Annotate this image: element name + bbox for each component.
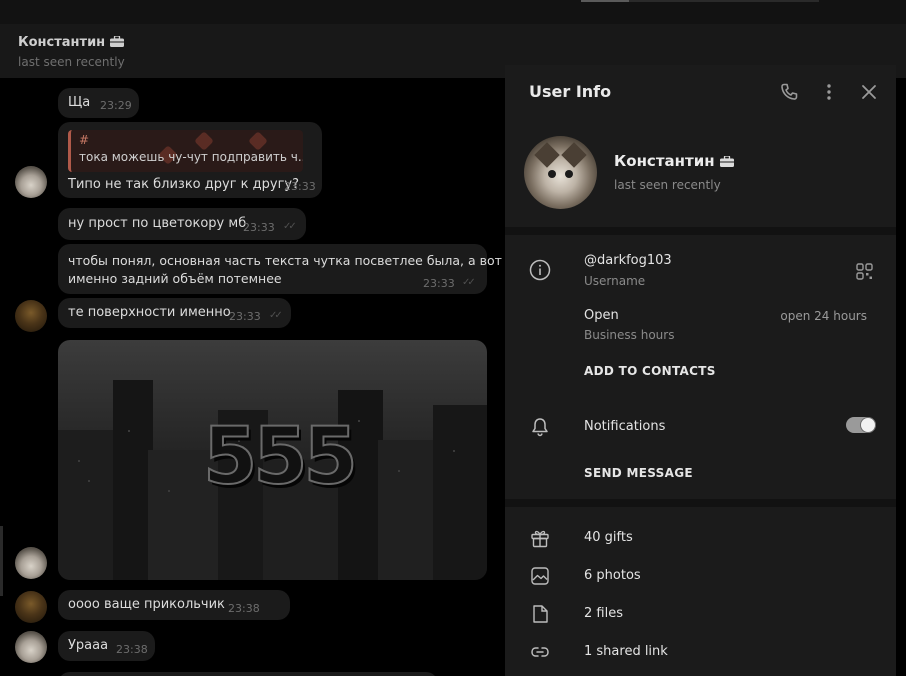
- avatar-ear: [561, 142, 587, 168]
- file-icon: [533, 605, 548, 623]
- qr-code-icon[interactable]: [856, 263, 873, 280]
- photo-icon: [531, 567, 549, 585]
- close-icon[interactable]: [859, 82, 879, 102]
- message-time: 23:38: [228, 602, 260, 615]
- notifications-label: Notifications: [584, 419, 666, 434]
- reply-decoration: [248, 131, 268, 151]
- notifications-toggle[interactable]: [846, 417, 876, 433]
- avatar[interactable]: [15, 547, 47, 579]
- chat-status: last seen recently: [18, 55, 125, 69]
- business-hours-label: Business hours: [584, 328, 675, 342]
- send-message-button[interactable]: SEND MESSAGE: [584, 466, 693, 480]
- window-light: [168, 490, 170, 492]
- business-hours-status[interactable]: Open: [584, 308, 619, 323]
- message-bubble[interactable]: # тока можешь чу-чут подправить ч... Тип…: [58, 122, 322, 198]
- section-divider: [505, 227, 896, 235]
- building: [433, 405, 487, 580]
- username-label: Username: [584, 274, 646, 288]
- bell-icon: [532, 418, 548, 437]
- avatar[interactable]: [15, 631, 47, 663]
- message-time: 23:38: [116, 643, 148, 656]
- message-text: Урааа: [68, 638, 109, 653]
- profile-status: last seen recently: [614, 178, 721, 192]
- message-text: те поверхности именно: [68, 305, 231, 320]
- gifts-link[interactable]: 40 gifts: [584, 530, 633, 545]
- message-bubble[interactable]: [58, 672, 438, 676]
- message-bubble[interactable]: оооо ваще прикольчик 23:38: [58, 590, 290, 620]
- scrollbar[interactable]: [0, 526, 3, 596]
- photo-caption-number: 555: [202, 411, 359, 503]
- profile-avatar[interactable]: [524, 136, 597, 209]
- photo-message[interactable]: 555: [58, 340, 487, 580]
- message-bubble[interactable]: Урааа 23:38: [58, 631, 155, 661]
- message-time: 23:33: [229, 310, 261, 323]
- briefcase-icon: [110, 36, 125, 47]
- window-light: [128, 430, 130, 432]
- message-bubble[interactable]: Ща 23:29: [58, 88, 139, 118]
- section-divider: [505, 499, 896, 507]
- panel-title: User Info: [529, 82, 612, 101]
- user-info-panel: User Info Константин last seen recently …: [505, 65, 896, 676]
- window-light: [88, 480, 90, 482]
- building: [378, 440, 438, 580]
- chat-messages[interactable]: Ща 23:29 # тока можешь чу-чут подправить…: [0, 78, 505, 676]
- message-text-line: чтобы понял, основная часть текста чутка…: [68, 253, 502, 268]
- message-bubble[interactable]: те поверхности именно 23:33 ✓✓: [58, 298, 291, 328]
- message-text-line: именно задний объём потемнее: [68, 271, 282, 286]
- tab-indicator[interactable]: [629, 0, 819, 2]
- business-hours-value: open 24 hours: [780, 309, 867, 323]
- photos-link[interactable]: 6 photos: [584, 568, 641, 583]
- avatar[interactable]: [15, 300, 47, 332]
- briefcase-icon: [719, 156, 734, 167]
- chat-title: Константин: [18, 35, 125, 50]
- reply-text: тока можешь чу-чут подправить ч...: [79, 150, 303, 164]
- message-time: 23:33: [284, 180, 316, 193]
- message-time: 23:33: [423, 277, 455, 290]
- read-ticks-icon: ✓✓: [269, 310, 283, 321]
- shared-links-link[interactable]: 1 shared link: [584, 644, 668, 659]
- reply-decoration: [194, 131, 214, 151]
- message-time: 23:33: [243, 221, 275, 234]
- reply-tag: #: [79, 133, 90, 147]
- window-light: [78, 460, 80, 462]
- read-ticks-icon: ✓✓: [283, 221, 297, 232]
- avatar[interactable]: [15, 591, 47, 623]
- message-text: Ща: [68, 95, 91, 110]
- files-link[interactable]: 2 files: [584, 606, 623, 621]
- phone-icon[interactable]: [779, 82, 799, 102]
- tab-indicator-active[interactable]: [581, 0, 629, 2]
- avatar[interactable]: [15, 166, 47, 198]
- avatar-ear: [534, 142, 560, 168]
- avatar-eye: [565, 170, 573, 178]
- reply-quote[interactable]: # тока можешь чу-чут подправить ч...: [68, 130, 303, 172]
- username-value[interactable]: @darkfog103: [584, 253, 672, 268]
- window-light: [453, 450, 455, 452]
- avatar-eye: [548, 170, 556, 178]
- message-time: 23:29: [100, 99, 132, 112]
- window-light: [358, 420, 360, 422]
- building: [113, 380, 153, 580]
- message-text: ну прост по цветокору мб: [68, 216, 247, 231]
- message-bubble[interactable]: ну прост по цветокору мб 23:33 ✓✓: [58, 208, 306, 240]
- message-text: Типо не так близко друг к другу?: [68, 177, 299, 192]
- read-ticks-icon: ✓✓: [462, 277, 476, 288]
- more-vertical-icon[interactable]: [819, 82, 839, 102]
- info-icon: [529, 259, 551, 281]
- add-to-contacts-button[interactable]: ADD TO CONTACTS: [584, 364, 716, 378]
- message-bubble[interactable]: чтобы понял, основная часть текста чутка…: [58, 244, 502, 294]
- profile-name: Константин: [614, 152, 734, 170]
- gift-icon: [531, 530, 549, 548]
- message-text: оооо ваще прикольчик: [68, 597, 225, 612]
- window-light: [398, 470, 400, 472]
- building: [58, 430, 118, 580]
- link-icon: [531, 647, 549, 657]
- window-top-strip: [0, 0, 906, 24]
- toggle-knob: [861, 418, 875, 432]
